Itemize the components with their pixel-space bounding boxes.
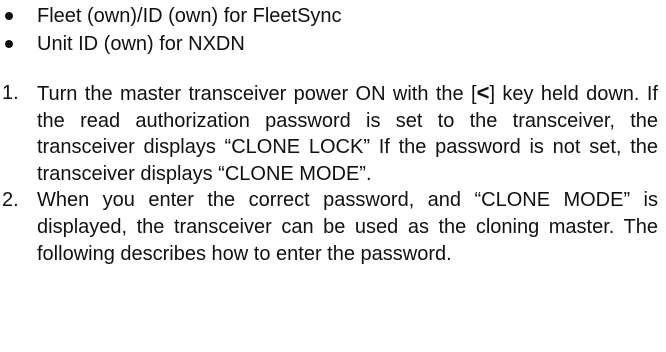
step-item: 2. When you enter the correct password, … [0, 187, 666, 267]
step-text: When you enter the correct password, and… [37, 189, 658, 265]
step-item: 1. Turn the master transceiver power ON … [0, 80, 666, 187]
bullet-item: Unit ID (own) for NXDN [0, 30, 342, 58]
key-symbol: < [476, 80, 490, 105]
bullet-text: Unit ID (own) for NXDN [37, 33, 245, 55]
numbered-steps: 1. Turn the master transceiver power ON … [0, 80, 666, 267]
bullet-text: Fleet (own)/ID (own) for FleetSync [37, 5, 342, 27]
bullet-dot-icon [5, 40, 13, 48]
bullet-list: Fleet (own)/ID (own) for FleetSync Unit … [0, 2, 342, 58]
step-number: 2. [2, 189, 19, 212]
bullet-item: Fleet (own)/ID (own) for FleetSync [0, 2, 342, 30]
document-page: Fleet (own)/ID (own) for FleetSync Unit … [0, 0, 666, 352]
bullet-dot-icon [5, 12, 13, 20]
step-number: 1. [2, 82, 19, 104]
step-text-before-key: Turn the master transceiver power ON wit… [37, 83, 477, 105]
